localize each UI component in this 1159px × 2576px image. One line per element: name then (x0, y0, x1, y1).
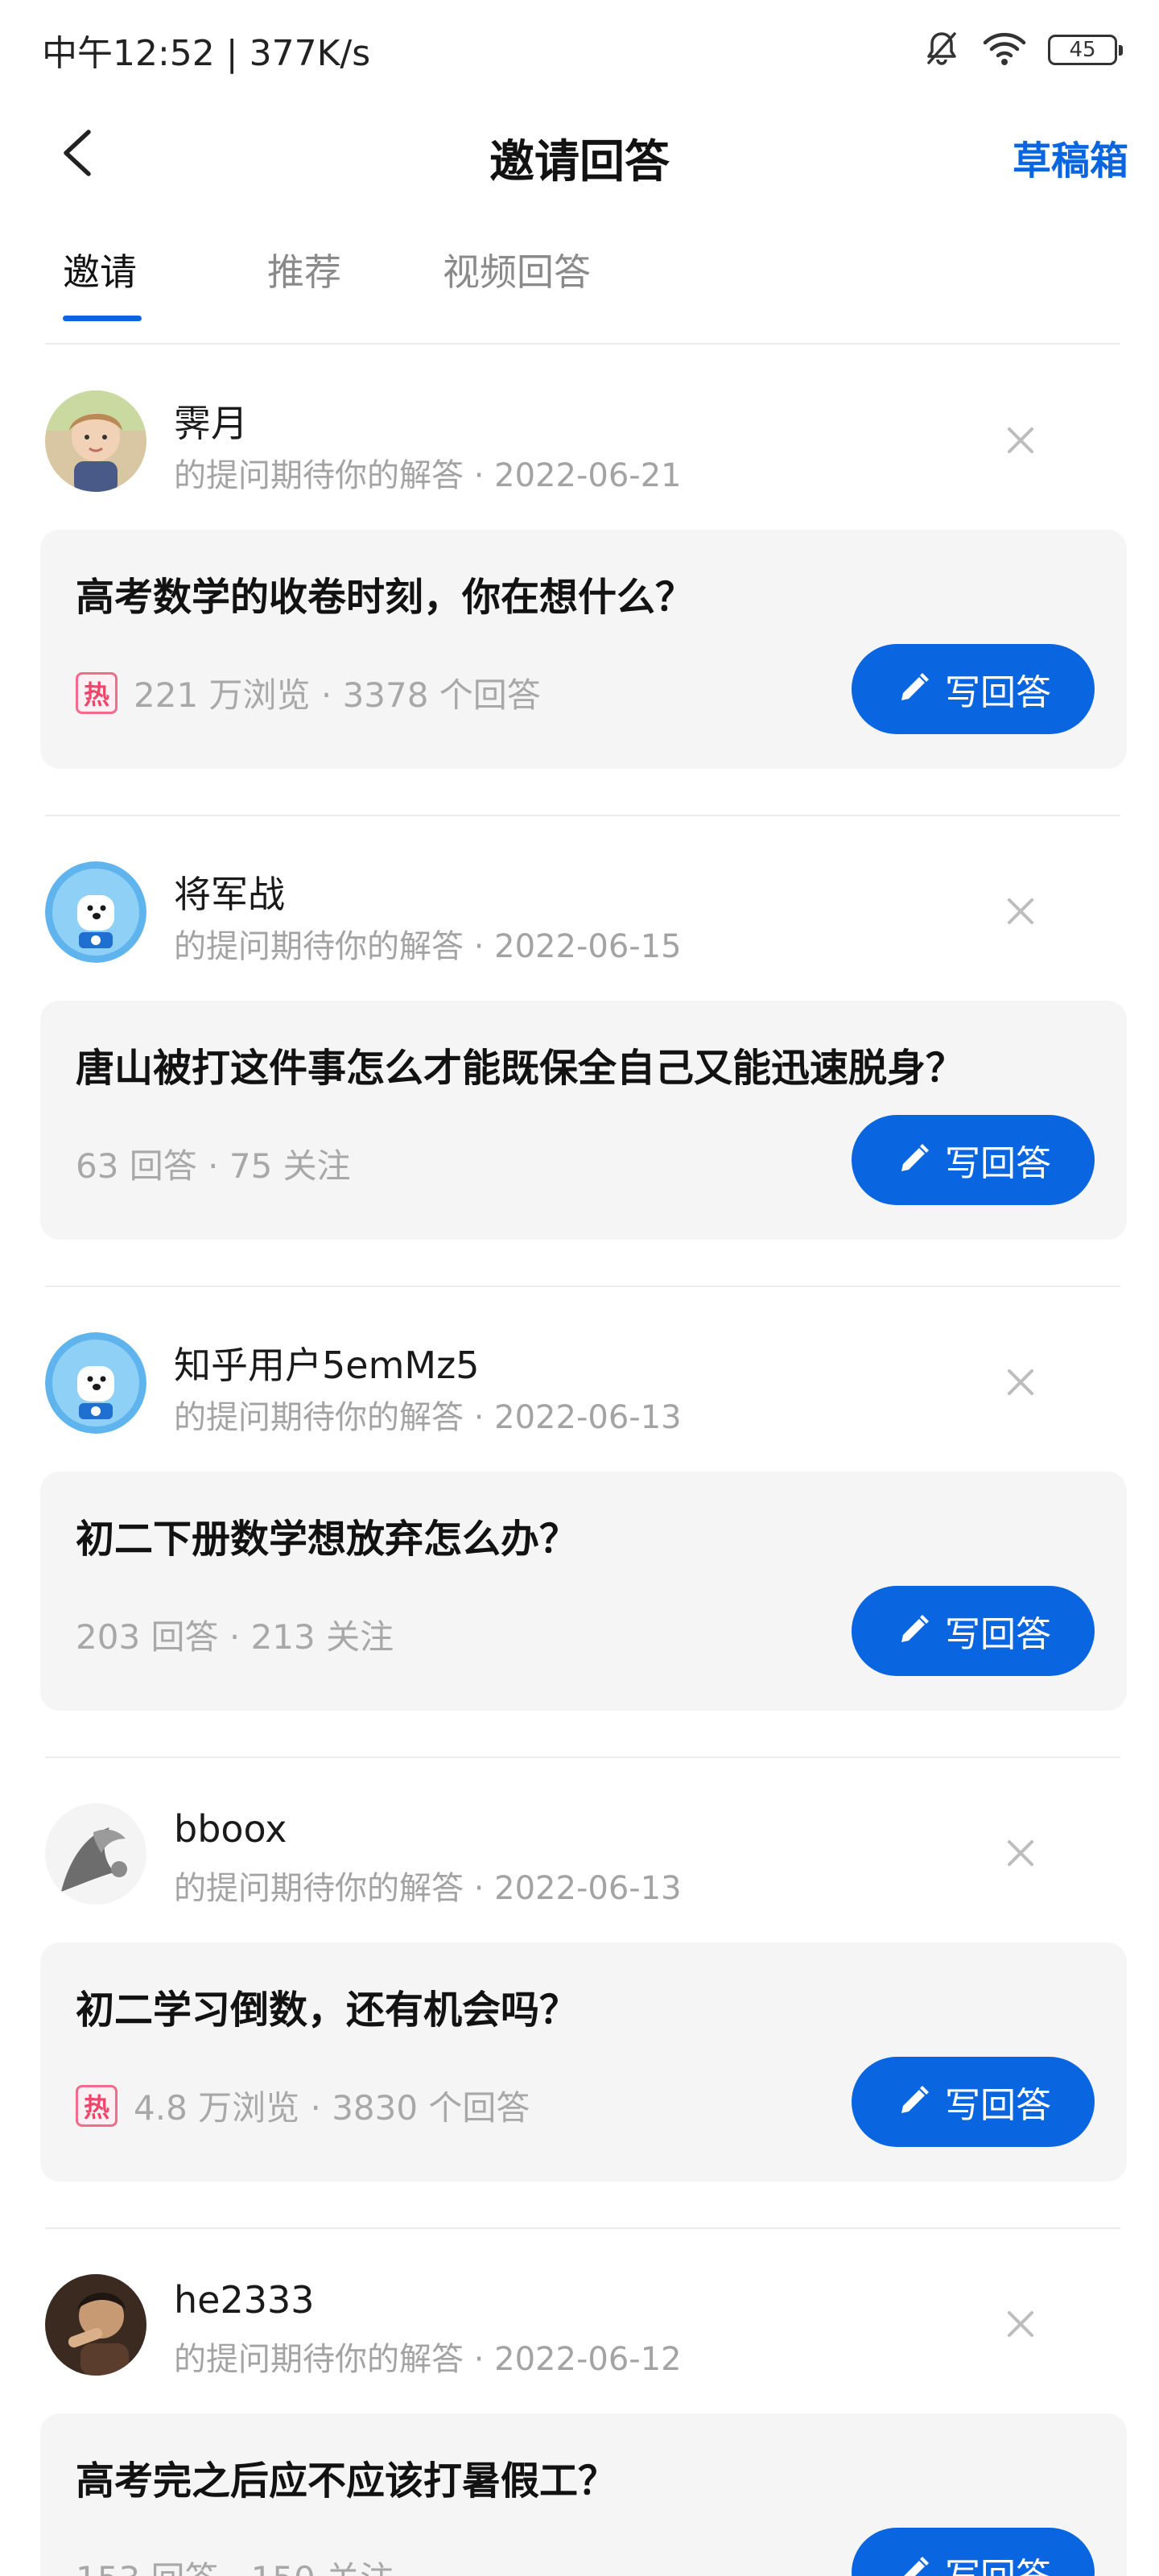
status-time: 中午12:52 | 377K/s (42, 33, 371, 74)
close-icon (1008, 427, 1033, 453)
status-icons: 45 (922, 26, 1123, 74)
tab-bar: 邀请 推荐 视频回答 (0, 225, 1159, 346)
invitation-item: he2333 的提问期待你的解答 · 2022-06-12 高考完之后应不应该打… (0, 2230, 1159, 2576)
close-icon (1008, 898, 1033, 924)
invite-meta: 的提问期待你的解答 · 2022-06-13 (174, 1870, 682, 1907)
invite-meta: 的提问期待你的解答 · 2022-06-21 (174, 457, 682, 494)
avatar[interactable] (45, 2274, 146, 2376)
divider (45, 1757, 1120, 1758)
question-stats: 热 4.8 万浏览 · 3830 个回答 (76, 2081, 530, 2130)
invitation-item: 霁月 的提问期待你的解答 · 2022-06-21 高考数学的收卷时刻，你在想什… (0, 346, 1159, 817)
nav-bar: 邀请回答 草稿箱 (0, 105, 1159, 201)
divider (45, 815, 1120, 816)
question-card[interactable]: 高考数学的收卷时刻，你在想什么？ 热 221 万浏览 · 3378 个回答 写回… (40, 530, 1127, 769)
close-icon (1008, 1369, 1033, 1395)
invite-meta: 的提问期待你的解答 · 2022-06-13 (174, 1399, 682, 1436)
avatar[interactable] (45, 390, 146, 492)
question-card[interactable]: 初二学习倒数，还有机会吗？ 热 4.8 万浏览 · 3830 个回答 写回答 (40, 1942, 1127, 2182)
question-stats: 203 回答 · 213 关注 (76, 1610, 394, 1659)
write-answer-button[interactable]: 写回答 (852, 1115, 1095, 1205)
write-answer-button[interactable]: 写回答 (852, 2528, 1095, 2576)
stats-text: 63 回答 · 75 关注 (76, 1146, 351, 1186)
inviter-name[interactable]: 知乎用户5emMz5 (174, 1336, 479, 1389)
invite-meta: 的提问期待你的解答 · 2022-06-12 (174, 2341, 682, 2378)
invitation-list: 霁月 的提问期待你的解答 · 2022-06-21 高考数学的收卷时刻，你在想什… (0, 346, 1159, 2576)
pencil-icon (901, 673, 929, 700)
divider (45, 343, 1120, 345)
stats-text: 221 万浏览 · 3378 个回答 (134, 675, 541, 715)
pencil-icon (901, 2086, 929, 2113)
invite-meta: 的提问期待你的解答 · 2022-06-15 (174, 928, 682, 965)
pencil-icon (904, 2557, 929, 2576)
active-tab-indicator (63, 316, 142, 321)
dismiss-button[interactable] (1003, 1835, 1038, 1871)
hot-badge: 热 (76, 2084, 118, 2127)
close-icon (1008, 1840, 1033, 1866)
avatar[interactable] (45, 861, 146, 963)
question-stats: 63 回答 · 75 关注 (76, 1139, 351, 1188)
page-title: 邀请回答 (489, 136, 670, 188)
write-answer-button[interactable]: 写回答 (852, 1586, 1095, 1676)
dismiss-button[interactable] (1003, 1364, 1038, 1400)
write-answer-button[interactable]: 写回答 (852, 644, 1095, 734)
inviter-name[interactable]: 将军战 (174, 865, 285, 919)
dismiss-button[interactable] (1003, 2306, 1038, 2342)
pencil-icon (901, 1144, 929, 1171)
stats-text: 203 回答 · 213 关注 (76, 1617, 394, 1657)
write-answer-label: 写回答 (945, 672, 1051, 713)
wifi-icon (982, 30, 1027, 70)
question-stats: 热 221 万浏览 · 3378 个回答 (76, 668, 541, 717)
tab-invite[interactable]: 邀请 (63, 243, 137, 296)
write-answer-label: 写回答 (945, 1143, 1051, 1184)
divider (45, 1286, 1120, 1287)
hot-badge: 热 (76, 671, 118, 714)
tab-video-answer[interactable]: 视频回答 (443, 243, 591, 296)
inviter-name[interactable]: bboox (174, 1807, 287, 1851)
tab-recommend[interactable]: 推荐 (267, 243, 341, 296)
avatar[interactable] (45, 1332, 146, 1434)
invitation-item: bboox 的提问期待你的解答 · 2022-06-13 初二学习倒数，还有机会… (0, 1759, 1159, 2230)
drafts-button[interactable]: 草稿箱 (1013, 129, 1128, 185)
divider (45, 2227, 1120, 2229)
stats-text: 4.8 万浏览 · 3830 个回答 (134, 2088, 530, 2128)
stats-text: 153 回答 · 150 关注 (76, 2552, 394, 2576)
dismiss-button[interactable] (1003, 423, 1038, 458)
question-card[interactable]: 高考完之后应不应该打暑假工？ 153 回答 · 150 关注 写回答 (40, 2413, 1127, 2576)
inviter-name[interactable]: 霁月 (174, 394, 248, 448)
question-stats: 153 回答 · 150 关注 (76, 2552, 394, 2576)
close-icon (1008, 2311, 1033, 2337)
invitation-item: 知乎用户5emMz5 的提问期待你的解答 · 2022-06-13 初二下册数学… (0, 1288, 1159, 1759)
battery-icon: 45 (1048, 35, 1123, 65)
pencil-icon (901, 1615, 929, 1642)
write-answer-label: 写回答 (945, 1614, 1051, 1655)
question-title[interactable]: 初二下册数学想放弃怎么办？ (76, 1507, 578, 1563)
inviter-name[interactable]: he2333 (174, 2278, 315, 2322)
question-title[interactable]: 高考数学的收卷时刻，你在想什么？ (76, 565, 694, 621)
write-answer-button[interactable]: 写回答 (852, 2057, 1095, 2147)
avatar[interactable] (45, 1803, 146, 1905)
invitation-item: 将军战 的提问期待你的解答 · 2022-06-15 唐山被打这件事怎么才能既保… (0, 817, 1159, 1288)
question-card[interactable]: 唐山被打这件事怎么才能既保全自己又能迅速脱身？ 63 回答 · 75 关注 写回… (40, 1001, 1127, 1240)
question-title[interactable]: 高考完之后应不应该打暑假工？ (76, 2449, 617, 2505)
write-answer-label: 写回答 (945, 2085, 1051, 2126)
question-card[interactable]: 初二下册数学想放弃怎么办？ 203 回答 · 213 关注 写回答 (40, 1472, 1127, 1711)
write-answer-label: 写回答 (945, 2547, 1051, 2576)
bell-muted-icon (922, 29, 961, 71)
question-title[interactable]: 唐山被打这件事怎么才能既保全自己又能迅速脱身？ (76, 1036, 964, 1092)
status-bar: 中午12:52 | 377K/s 45 (0, 0, 1159, 97)
dismiss-button[interactable] (1003, 894, 1038, 929)
question-title[interactable]: 初二学习倒数，还有机会吗？ (76, 1978, 578, 2034)
